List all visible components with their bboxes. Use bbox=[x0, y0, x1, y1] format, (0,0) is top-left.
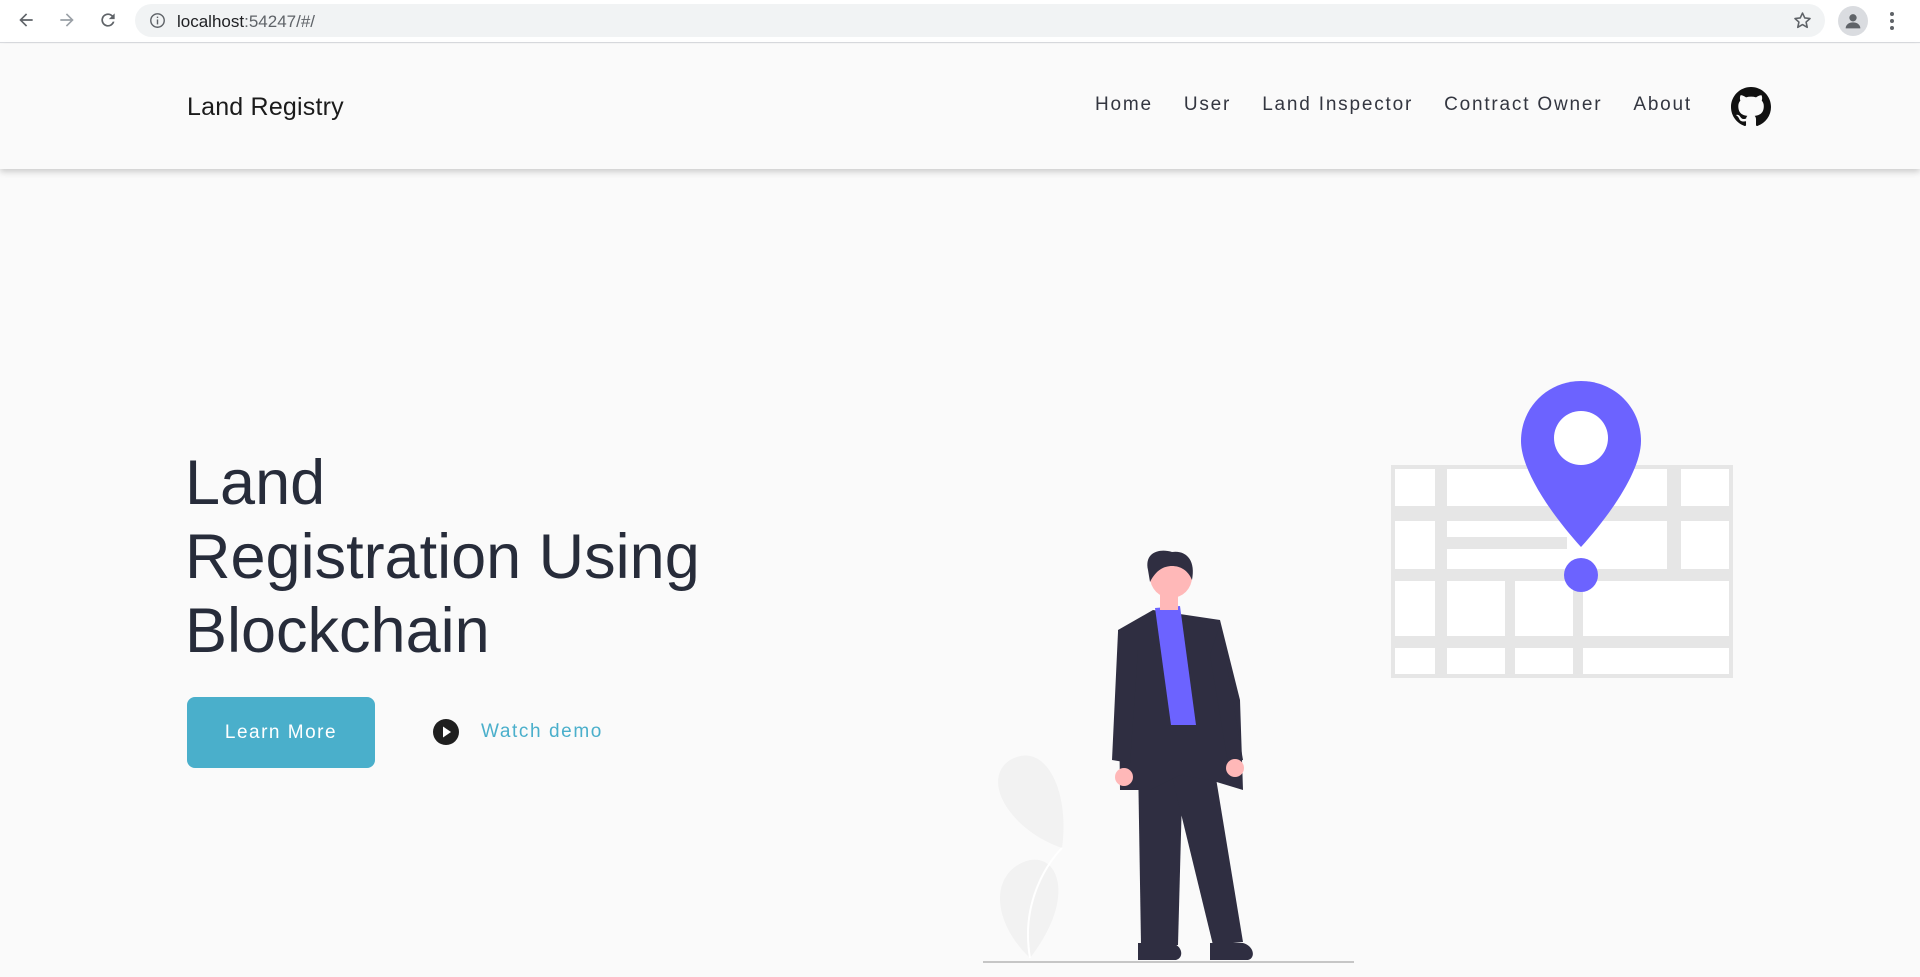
play-circle-icon bbox=[433, 719, 459, 745]
nav-home[interactable]: Home bbox=[1095, 94, 1153, 116]
learn-more-button[interactable]: Learn More bbox=[187, 697, 375, 768]
nav-land-inspector[interactable]: Land Inspector bbox=[1262, 94, 1413, 116]
reload-icon[interactable] bbox=[94, 6, 122, 34]
address-bar[interactable]: localhost:54247/#/ bbox=[135, 4, 1825, 37]
back-icon[interactable] bbox=[12, 6, 40, 34]
profile-avatar-icon[interactable] bbox=[1838, 6, 1868, 36]
watch-demo-label: Watch demo bbox=[481, 721, 603, 742]
browser-toolbar: localhost:54247/#/ bbox=[0, 0, 1920, 43]
person-icon bbox=[1112, 550, 1253, 960]
url-path: :54247/#/ bbox=[244, 12, 316, 31]
watch-demo-link[interactable]: Watch demo bbox=[432, 718, 603, 746]
brand-title[interactable]: Land Registry bbox=[187, 93, 344, 122]
nav-about[interactable]: About bbox=[1633, 94, 1692, 116]
hero-title: Land Registration Using Blockchain bbox=[185, 446, 745, 668]
plant-icon bbox=[998, 755, 1064, 959]
github-icon[interactable] bbox=[1731, 87, 1771, 127]
hero-illustration bbox=[983, 381, 1733, 963]
nav-user[interactable]: User bbox=[1184, 94, 1231, 116]
url-text[interactable]: localhost:54247/#/ bbox=[177, 12, 315, 32]
hero-title-line-1: Land bbox=[185, 448, 326, 518]
info-icon[interactable] bbox=[149, 12, 166, 29]
site-header: Land Registry Home User Land Inspector C… bbox=[0, 44, 1920, 169]
hero-title-line-3: Blockchain bbox=[185, 596, 490, 666]
bookmark-star-icon[interactable] bbox=[1792, 10, 1813, 31]
main-nav: Home User Land Inspector Contract Owner … bbox=[1095, 94, 1692, 116]
url-host: localhost bbox=[177, 12, 245, 31]
hero-title-line-2: Registration Using bbox=[185, 522, 700, 592]
forward-icon[interactable] bbox=[53, 6, 81, 34]
nav-contract-owner[interactable]: Contract Owner bbox=[1444, 94, 1602, 116]
browser-menu-icon[interactable] bbox=[1882, 8, 1902, 34]
